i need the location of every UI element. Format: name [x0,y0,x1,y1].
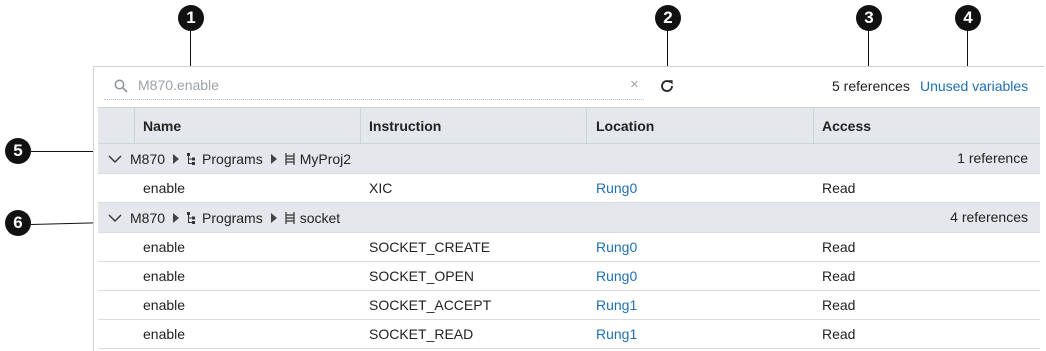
programs-icon [187,212,196,225]
references-table: Name Instruction Location Access M870 Pro… [98,107,1040,349]
cell-access: Read [822,326,856,342]
program-label: MyProj2 [299,150,352,167]
column-header-instruction[interactable]: Instruction [369,108,441,144]
clear-icon[interactable]: × [630,77,639,93]
chevron-down-icon[interactable] [108,213,122,223]
cell-instruction: XIC [369,180,393,196]
callout-5: 5 [5,138,31,164]
table-row[interactable]: enable SOCKET_OPEN Rung0 Read [98,262,1040,291]
cell-access: Read [822,297,856,313]
cell-name: enable [143,180,186,196]
cell-access: Read [822,239,856,255]
chevron-down-icon[interactable] [108,154,122,164]
unused-variables-link[interactable]: Unused variables [920,78,1028,94]
cell-instruction: SOCKET_ACCEPT [369,297,492,313]
cell-instruction: SOCKET_OPEN [369,268,475,284]
programs-icon [187,153,196,166]
search-input[interactable] [138,75,618,95]
group-reference-count: 1 reference [957,150,1028,166]
group-row[interactable]: M870 Programs MyProj2 1 reference [98,144,1040,174]
table-row[interactable]: enable SOCKET_CREATE Rung0 Read [98,233,1040,262]
search-icon [114,79,128,93]
toolbar: × 5 references Unused variables [94,67,1044,105]
programs-label: Programs [202,209,263,226]
caret-right-icon [173,213,180,224]
cell-access: Read [822,268,856,284]
callout-3: 3 [856,5,882,31]
controller-label: M870 [130,209,166,226]
cell-instruction: SOCKET_READ [369,326,474,342]
search-box[interactable]: × [104,73,644,100]
callout-2: 2 [655,5,681,31]
group-path: M870 Programs MyProj2 [108,144,351,174]
cell-name: enable [143,326,186,342]
reference-count: 5 references [832,78,910,94]
table-row[interactable]: enable SOCKET_READ Rung1 Read [98,320,1040,349]
callout-1: 1 [178,5,204,31]
column-divider [134,108,135,144]
column-divider [813,108,814,144]
table-header: Name Instruction Location Access [98,107,1040,144]
column-header-access[interactable]: Access [822,108,871,144]
cell-access: Read [822,180,856,196]
callout-4: 4 [955,5,981,31]
caret-right-icon [173,154,180,165]
cell-name: enable [143,239,186,255]
cell-location-link[interactable]: Rung0 [596,262,637,290]
column-divider [360,108,361,144]
cell-instruction: SOCKET_CREATE [369,239,491,255]
column-header-name[interactable]: Name [143,108,181,144]
ladder-icon [285,212,295,225]
cell-name: enable [143,297,186,313]
column-header-location[interactable]: Location [596,108,654,144]
table-row[interactable]: enable SOCKET_ACCEPT Rung1 Read [98,291,1040,320]
column-divider [586,108,587,144]
ladder-icon [285,153,295,166]
cell-location-link[interactable]: Rung1 [596,291,637,319]
group-path: M870 Programs socket [108,203,340,233]
cell-name: enable [143,268,186,284]
group-row[interactable]: M870 Programs socket 4 references [98,203,1040,233]
caret-right-icon [270,154,277,165]
references-panel: × 5 references Unused variables Name Ins… [93,66,1044,351]
cell-location-link[interactable]: Rung0 [596,233,637,261]
cell-location-link[interactable]: Rung1 [596,320,637,348]
refresh-icon[interactable] [659,78,675,94]
cell-location-link[interactable]: Rung0 [596,174,637,202]
controller-label: M870 [130,150,166,167]
program-label: socket [299,209,341,226]
caret-right-icon [270,213,277,224]
programs-label: Programs [202,150,263,167]
table-row[interactable]: enable XIC Rung0 Read [98,174,1040,203]
group-reference-count: 4 references [950,209,1028,225]
callout-6: 6 [5,210,31,236]
